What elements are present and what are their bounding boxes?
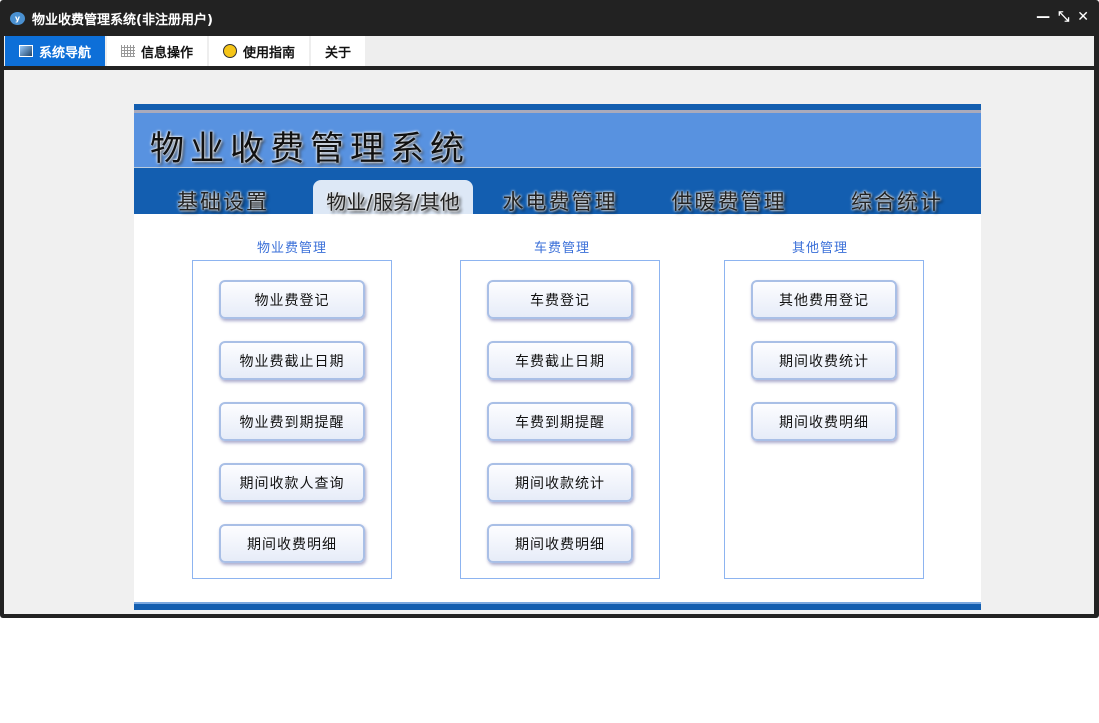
vehicle-fee-register-button[interactable]: 车费登记 <box>487 280 633 319</box>
property-fee-deadline-button[interactable]: 物业费截止日期 <box>219 341 365 380</box>
other-fee-register-button[interactable]: 其他费用登记 <box>751 280 897 319</box>
fee-detail-button[interactable]: 期间收费明细 <box>751 402 897 441</box>
tab-label: 关于 <box>325 45 352 61</box>
bottom-stripe <box>134 602 981 610</box>
group-title: 其他管理 <box>791 241 849 256</box>
window-title: 物业收费管理系统(非注册用户) <box>32 12 213 28</box>
app-logo-icon: y <box>10 11 25 25</box>
main-panel: 物业收费管理系统 基础设置 物业/服务/其他 水电费管理 供暖费管理 综合统计 … <box>134 104 981 610</box>
help-icon <box>223 44 238 58</box>
fee-detail-button[interactable]: 期间收费明细 <box>219 524 365 563</box>
nav-heating[interactable]: 供暖费管理 <box>672 186 787 216</box>
module-nav: 基础设置 物业/服务/其他 水电费管理 供暖费管理 综合统计 <box>134 168 981 214</box>
restore-button[interactable]: ⤡ <box>1058 9 1069 25</box>
close-button[interactable]: ✕ <box>1077 9 1089 25</box>
grid-icon <box>121 45 136 57</box>
payment-stats-button[interactable]: 期间收款统计 <box>487 463 633 502</box>
app-title: 物业收费管理系统 <box>150 129 470 169</box>
nav-property-service[interactable]: 物业/服务/其他 <box>326 186 459 215</box>
group-vehicle-fee: 车费登记 车费截止日期 车费到期提醒 期间收款统计 期间收费明细 <box>460 260 660 579</box>
tab-info-ops[interactable]: 信息操作 <box>107 36 208 66</box>
tab-label: 系统导航 <box>39 45 92 61</box>
payee-query-button[interactable]: 期间收款人查询 <box>219 463 365 502</box>
title-bar: y 物业收费管理系统(非注册用户) — ⤡ ✕ <box>0 0 1099 36</box>
minimize-button[interactable]: — <box>1036 9 1050 25</box>
vehicle-fee-reminder-button[interactable]: 车费到期提醒 <box>487 402 633 441</box>
group-title: 物业费管理 <box>256 241 328 256</box>
tab-system-nav[interactable]: 系统导航 <box>5 36 106 66</box>
tab-label: 信息操作 <box>141 45 194 61</box>
property-fee-reminder-button[interactable]: 物业费到期提醒 <box>219 402 365 441</box>
vehicle-fee-deadline-button[interactable]: 车费截止日期 <box>487 341 633 380</box>
menu-tabs: 系统导航 信息操作 使用指南 关于 <box>4 36 1094 66</box>
nav-statistics[interactable]: 综合统计 <box>851 186 943 216</box>
fee-detail-button[interactable]: 期间收费明细 <box>487 524 633 563</box>
property-fee-register-button[interactable]: 物业费登记 <box>219 280 365 319</box>
group-other: 其他费用登记 期间收费统计 期间收费明细 <box>724 260 924 579</box>
monitor-icon <box>19 45 33 57</box>
nav-utilities[interactable]: 水电费管理 <box>503 186 618 216</box>
group-title: 车费管理 <box>533 241 591 256</box>
nav-basic-settings[interactable]: 基础设置 <box>177 186 269 216</box>
fee-stats-button[interactable]: 期间收费统计 <box>751 341 897 380</box>
banner: 物业收费管理系统 <box>134 113 981 169</box>
tab-about[interactable]: 关于 <box>311 36 366 66</box>
group-property-fee: 物业费登记 物业费截止日期 物业费到期提醒 期间收款人查询 期间收费明细 <box>192 260 392 579</box>
tab-guide[interactable]: 使用指南 <box>209 36 310 66</box>
tab-label: 使用指南 <box>243 45 296 61</box>
